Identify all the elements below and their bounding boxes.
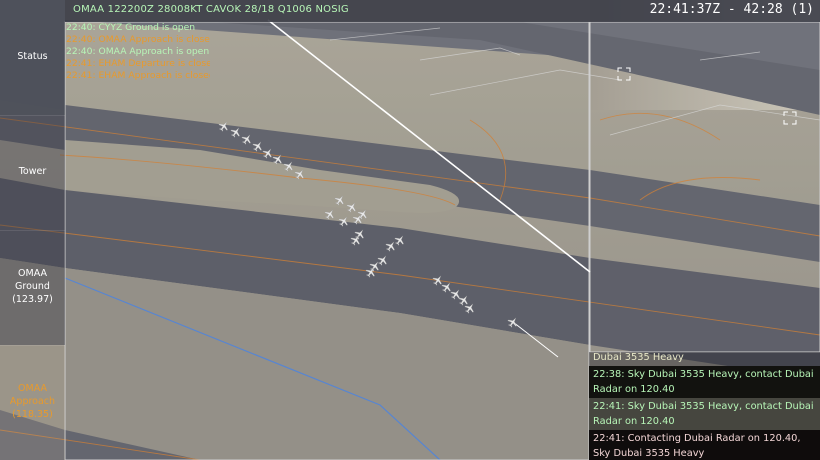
- sidebar-item-status[interactable]: Status: [0, 0, 65, 115]
- comms-log: Dubai 3535 Heavy 22:38: Sky Dubai 3535 H…: [589, 352, 820, 460]
- sidebar-item-ground-frequency[interactable]: OMAA Ground (123.97): [0, 230, 65, 345]
- comms-message: 22:41: Contacting Dubai Radar on 120.40,…: [589, 430, 820, 460]
- comms-message: Dubai 3535 Heavy: [589, 352, 820, 366]
- sidebar-divider: [0, 345, 65, 346]
- metar-readout: OMAA 122200Z 28008KT CAVOK 28/18 Q1006 N…: [73, 4, 349, 15]
- sim-clock: 22:41:37Z - 42:28 (1): [649, 2, 814, 17]
- secondary-view-frame: [589, 21, 820, 353]
- status-log: 22:40: CYYZ Ground is open 22:40: OMAA A…: [65, 22, 210, 84]
- comms-message: 22:41: Sky Dubai 3535 Heavy, contact Dub…: [589, 398, 820, 430]
- status-log-line: 22:40: OMAA Approach is open: [66, 46, 210, 57]
- sidebar-divider: [0, 230, 65, 231]
- status-log-line: 22:41: EHAM Departure is closed: [66, 58, 210, 69]
- sidebar: Status Tower OMAA Ground (123.97) OMAA A…: [0, 0, 65, 460]
- sidebar-divider: [0, 115, 65, 116]
- sidebar-item-approach-frequency[interactable]: OMAA Approach (118.35): [0, 345, 65, 460]
- top-bar: OMAA 122200Z 28008KT CAVOK 28/18 Q1006 N…: [65, 0, 820, 22]
- comms-message: 22:38: Sky Dubai 3535 Heavy, contact Dub…: [589, 366, 820, 398]
- tower-view-frame: [64, 21, 590, 460]
- status-log-line: 22:40: OMAA Approach is closed: [66, 34, 210, 45]
- sidebar-item-tower[interactable]: Tower: [0, 115, 65, 230]
- status-log-line: 22:41: EHAM Approach is closed: [66, 70, 210, 81]
- status-log-line: 22:40: CYYZ Ground is open: [66, 22, 196, 33]
